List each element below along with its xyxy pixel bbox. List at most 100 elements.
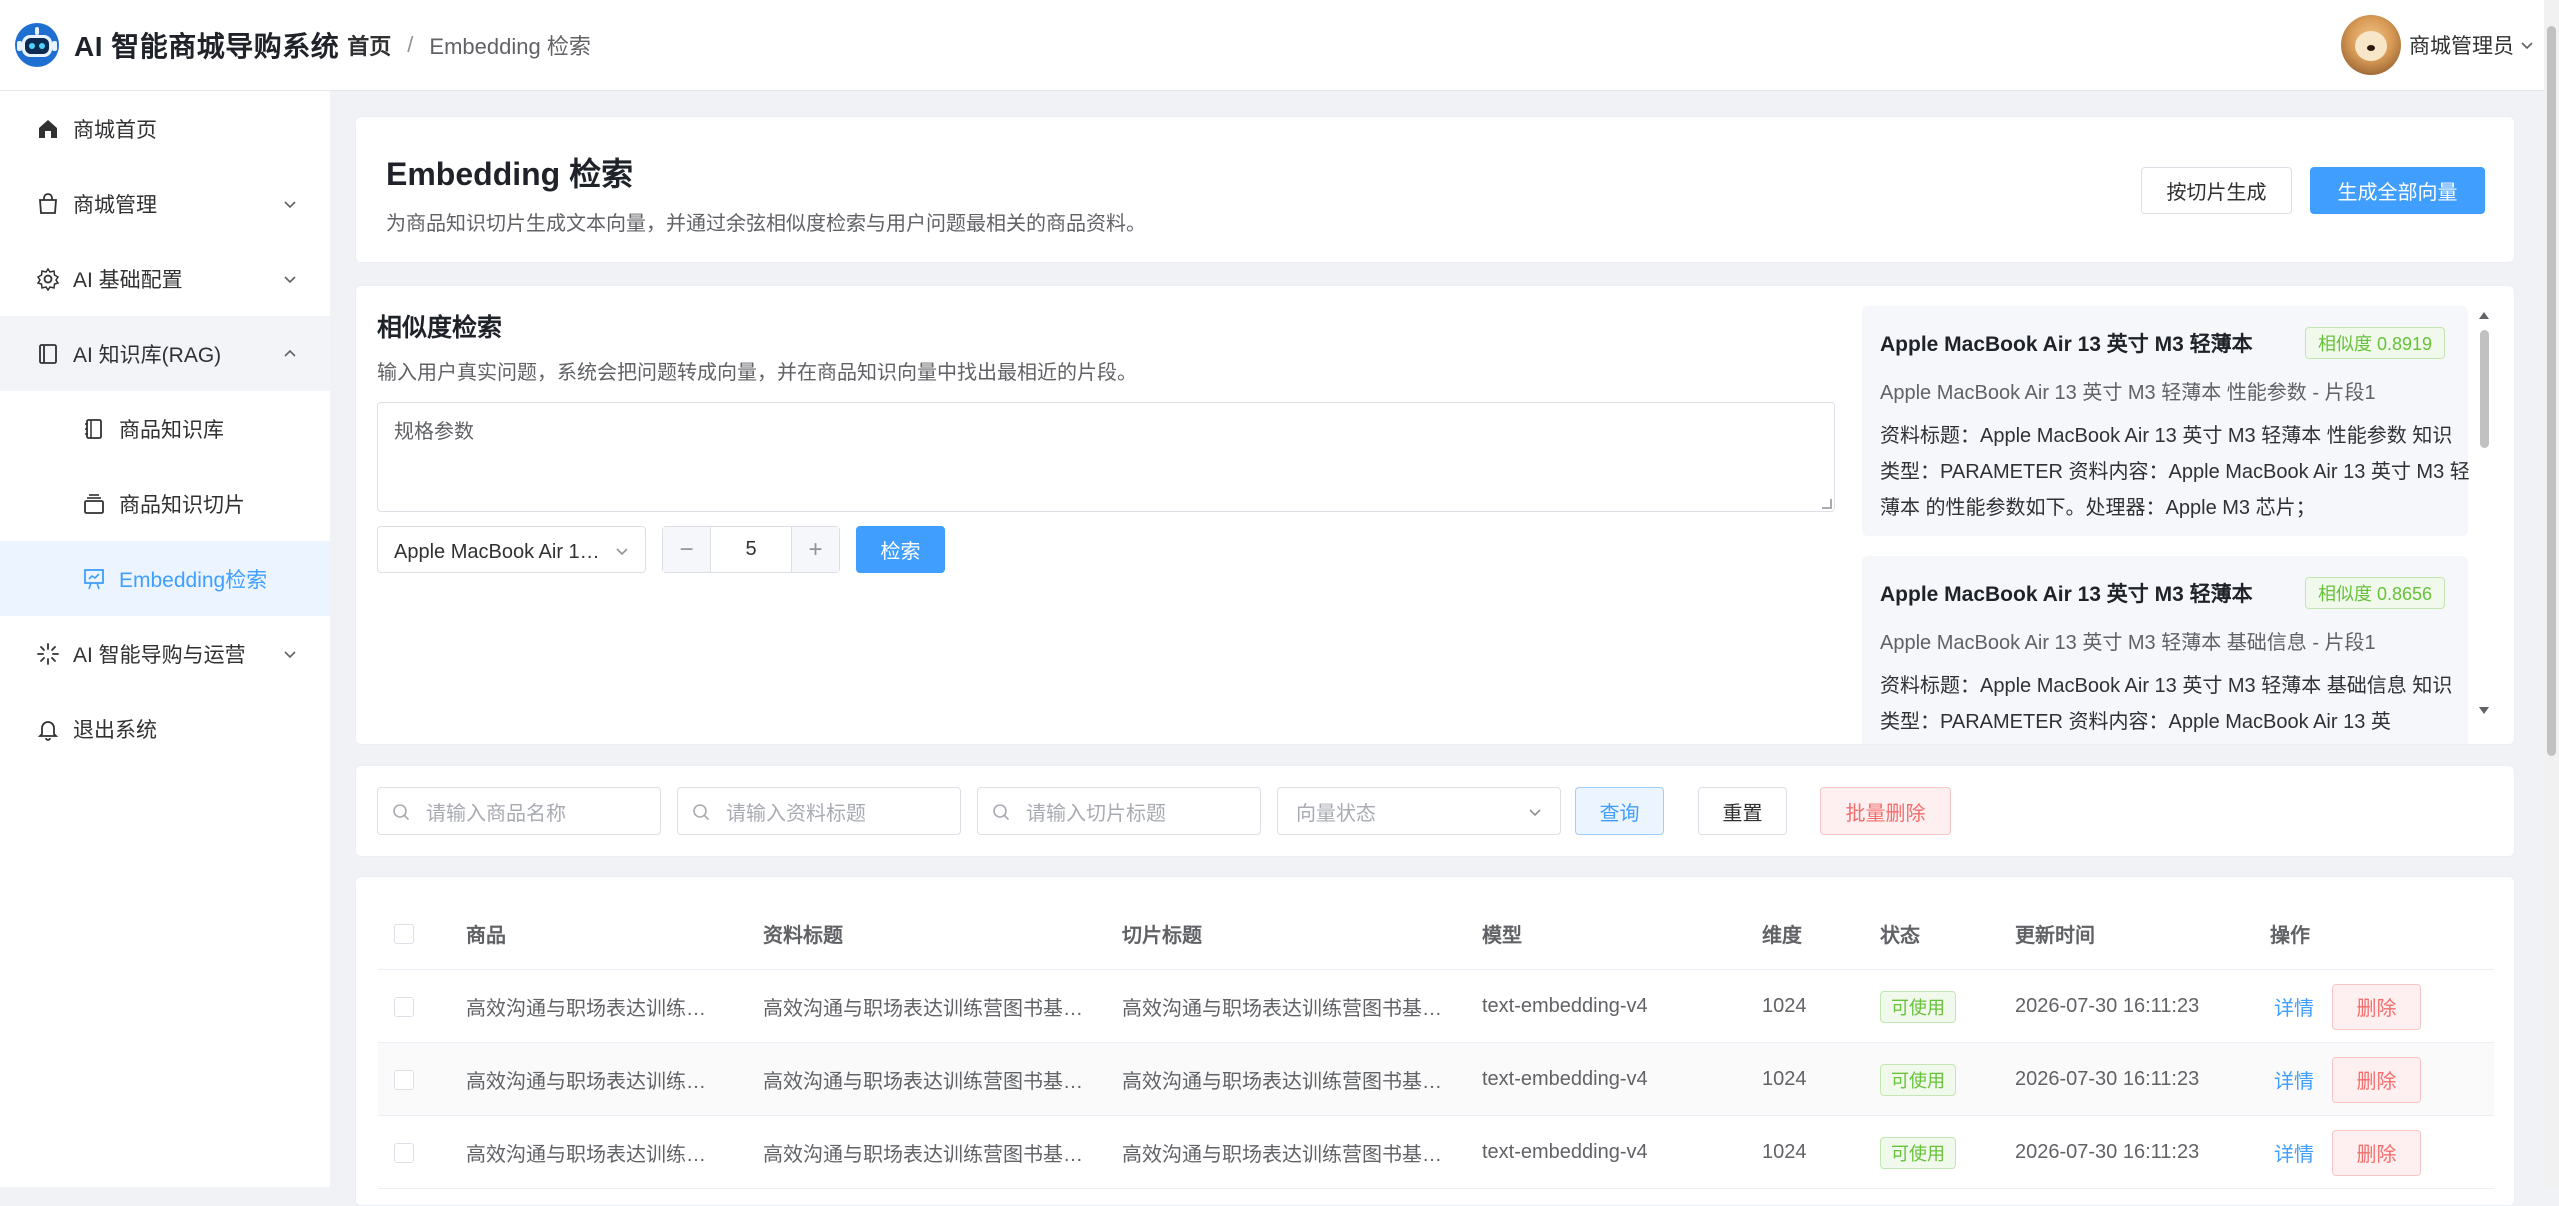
shopping-bag-icon	[39, 193, 57, 214]
table-row[interactable]: 高效沟通与职场表达训练营图书 高效沟通与职场表达训练营图书基础信息 高效沟通与职…	[378, 970, 2494, 1043]
breadcrumb-current: Embedding 检索	[429, 34, 591, 59]
query-button[interactable]: 查询	[1575, 787, 1664, 835]
header-slice: 切片标题	[1122, 925, 1202, 947]
scroll-up-arrow-icon[interactable]	[2478, 310, 2490, 320]
scrollbar-thumb[interactable]	[2547, 26, 2556, 756]
search-icon	[693, 804, 710, 821]
similarity-desc: 输入用户真实问题，系统会把问题转成向量，并在商品知识向量中找出最相近的片段。	[377, 362, 1137, 384]
status-badge: 可使用	[1880, 1063, 1956, 1096]
sidebar-item-mall-management[interactable]: 商城管理	[0, 166, 330, 241]
gear-icon	[36, 267, 60, 291]
placeholder: 请输入切片标题	[1026, 802, 1166, 825]
layers-icon	[84, 494, 104, 514]
table-header-row: 商品 资料标题 切片标题 模型 维度 状态 更新时间 操作	[378, 897, 2494, 970]
vector-table: 商品 资料标题 切片标题 模型 维度 状态 更新时间 操作 高效沟通与职场表达训…	[378, 897, 2494, 1189]
result-card[interactable]: Apple MacBook Air 13 英寸 M3 轻薄本 相似度 0.865…	[1862, 556, 2468, 744]
avatar[interactable]	[2341, 15, 2401, 75]
slice-title-input[interactable]: 请输入切片标题	[977, 787, 1261, 835]
detail-link[interactable]: 详情	[2274, 992, 2314, 1021]
similarity-badge: 相似度 0.8919	[2305, 327, 2446, 359]
row-checkbox[interactable]	[394, 996, 414, 1017]
query-textarea[interactable]: 规格参数	[377, 402, 1835, 512]
chevron-down-icon	[284, 201, 296, 209]
cell-text: 高效沟通与职场表达训练营图书基础信息 - 片段1	[1122, 998, 1442, 1020]
header-dim: 维度	[1762, 925, 1802, 947]
sidebar: 商城首页 商城管理 AI 基础配置 AI 知识库(RAG) 商品知识库 商品知识…	[0, 91, 330, 1187]
generate-by-slice-button[interactable]: 按切片生成	[2141, 167, 2292, 214]
sidebar-subitem-knowledge-slices[interactable]: 商品知识切片	[0, 466, 330, 541]
result-body: 资料标题：Apple MacBook Air 13 英寸 M3 轻薄本 基础信息…	[1880, 675, 2453, 733]
cell-text: 高效沟通与职场表达训练营图书基础信息	[763, 998, 1083, 1020]
delete-button[interactable]: 删除	[2332, 1056, 2421, 1103]
sidebar-item-label: 商品知识库	[119, 418, 224, 442]
sidebar-item-home[interactable]: 商城首页	[0, 91, 330, 166]
topk-value[interactable]: 5	[711, 527, 791, 572]
delete-button[interactable]: 删除	[2332, 1129, 2421, 1176]
result-subtitle: Apple MacBook Air 13 英寸 M3 轻薄本 性能参数 - 片段…	[1880, 382, 2376, 404]
search-button[interactable]: 检索	[856, 526, 945, 573]
cell-status: 可使用	[1880, 1043, 2000, 1116]
cell-status: 可使用	[1880, 970, 2000, 1043]
row-checkbox-cell	[394, 1043, 424, 1116]
scroll-down-arrow-icon[interactable]	[2478, 706, 2490, 716]
cell-op: 详情 删除	[2270, 1116, 2490, 1189]
product-select[interactable]: Apple MacBook Air 13 英寸 M3 轻薄本	[377, 526, 646, 573]
query-text: 规格参数	[394, 421, 474, 443]
result-subtitle: Apple MacBook Air 13 英寸 M3 轻薄本 基础信息 - 片段…	[1880, 632, 2376, 654]
detail-link[interactable]: 详情	[2274, 1065, 2314, 1094]
scrollbar-thumb[interactable]	[2480, 330, 2489, 448]
header-doc: 资料标题	[763, 925, 843, 947]
doc-title-input[interactable]: 请输入资料标题	[677, 787, 961, 835]
cell-product: 高效沟通与职场表达训练营图书	[466, 1043, 722, 1116]
row-checkbox[interactable]	[394, 1069, 414, 1090]
filter-card: 请输入商品名称 请输入资料标题 请输入切片标题 向量状态 查询 重置 批量删除	[355, 765, 2515, 857]
sidebar-item-ai-knowledge[interactable]: AI 知识库(RAG)	[0, 316, 330, 391]
select-all-checkbox[interactable]	[394, 923, 414, 944]
batch-delete-button[interactable]: 批量删除	[1820, 787, 1951, 835]
chevron-down-icon	[1529, 809, 1541, 817]
user-name[interactable]: 商城管理员	[2409, 30, 2514, 60]
row-checkbox[interactable]	[394, 1142, 414, 1163]
generate-all-vectors-button[interactable]: 生成全部向量	[2310, 167, 2485, 214]
result-card[interactable]: Apple MacBook Air 13 英寸 M3 轻薄本 相似度 0.891…	[1862, 306, 2470, 536]
cell-time: 2026-07-30 16:11:23	[2015, 995, 2200, 1017]
sidebar-item-label: 商城管理	[73, 193, 157, 217]
cell-slice: 高效沟通与职场表达训练营图书基础信息 - 片段1	[1122, 1043, 1442, 1116]
delete-button[interactable]: 删除	[2332, 983, 2421, 1030]
app-title: AI 智能商城导购系统	[74, 31, 340, 62]
sidebar-item-ai-guide[interactable]: AI 智能导购与运营	[0, 616, 330, 691]
product-name-input[interactable]: 请输入商品名称	[377, 787, 661, 835]
sidebar-item-logout[interactable]: 退出系统	[0, 691, 330, 766]
chevron-down-icon[interactable]	[2520, 38, 2534, 52]
header-time: 更新时间	[2015, 925, 2095, 947]
notebook-icon	[85, 419, 102, 439]
results-scrollbar[interactable]	[2476, 304, 2492, 716]
detail-link[interactable]: 详情	[2274, 1138, 2314, 1167]
result-title: Apple MacBook Air 13 英寸 M3 轻薄本	[1880, 333, 2253, 356]
increment-button[interactable]: +	[791, 527, 839, 572]
table-row[interactable]: 高效沟通与职场表达训练营图书 高效沟通与职场表达训练营图书基础信息 高效沟通与职…	[378, 1116, 2494, 1189]
similarity-title: 相似度检索	[377, 314, 503, 342]
cell-status: 可使用	[1880, 1116, 2000, 1189]
sidebar-item-ai-config[interactable]: AI 基础配置	[0, 241, 330, 316]
vector-status-select[interactable]: 向量状态	[1277, 787, 1561, 835]
resize-handle[interactable]	[1822, 499, 1832, 509]
decrement-button[interactable]: −	[663, 527, 711, 572]
header-op: 操作	[2270, 925, 2310, 947]
reset-button[interactable]: 重置	[1698, 787, 1787, 835]
sidebar-subitem-embedding-search[interactable]: Embedding检索	[0, 541, 330, 616]
table-row[interactable]: 高效沟通与职场表达训练营图书 高效沟通与职场表达训练营图书基础信息 高效沟通与职…	[378, 1043, 2494, 1116]
breadcrumb-home[interactable]: 首页	[347, 29, 391, 61]
cell-model: text-embedding-v4	[1482, 1141, 1648, 1163]
cell-text: 高效沟通与职场表达训练营图书基础信息	[763, 1144, 1083, 1166]
user-menu[interactable]: 商城管理员	[2341, 15, 2534, 75]
header-product: 商品	[466, 925, 506, 947]
page-scrollbar[interactable]	[2544, 0, 2559, 1187]
cell-op: 详情 删除	[2270, 970, 2490, 1043]
row-checkbox-cell	[394, 970, 424, 1043]
sidebar-subitem-product-knowledge[interactable]: 商品知识库	[0, 391, 330, 466]
sidebar-item-label: AI 基础配置	[73, 268, 183, 292]
sidebar-item-label: 退出系统	[73, 718, 157, 742]
search-icon	[993, 804, 1010, 821]
home-icon	[39, 120, 57, 138]
